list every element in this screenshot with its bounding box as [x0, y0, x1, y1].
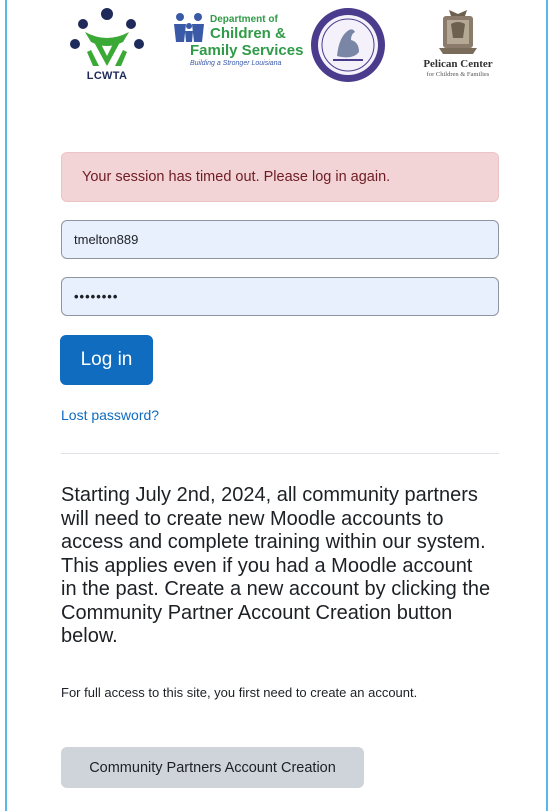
seal-icon	[311, 8, 385, 82]
lcwta-logo-text: LCWTA	[86, 70, 128, 82]
password-input[interactable]: ••••••••	[61, 277, 499, 316]
lcwta-icon	[70, 8, 144, 66]
username-value: tmelton889	[74, 232, 139, 247]
dcfs-logo-line3: Family Services	[190, 42, 304, 59]
lcwta-logo: LCWTA	[65, 6, 149, 90]
lost-password-link[interactable]: Lost password?	[61, 407, 159, 423]
pelican-crest-icon	[439, 10, 477, 54]
state-seal-logo	[309, 6, 387, 84]
logo-bar: LCWTA Department of Children & Family Se…	[7, 0, 546, 90]
pelican-logo-line2: for Children & Families	[426, 71, 490, 78]
login-button[interactable]: Log in	[60, 335, 153, 385]
family-icon	[174, 13, 204, 42]
moodle-account-notice: Starting July 2nd, 2024, all community p…	[61, 484, 491, 647]
divider	[61, 453, 499, 454]
dcfs-logo: Department of Children & Family Services…	[170, 12, 303, 78]
session-timeout-alert: Your session has timed out. Please log i…	[61, 152, 499, 202]
dcfs-logo-line2: Children &	[210, 25, 286, 42]
username-input[interactable]: tmelton889	[61, 220, 499, 259]
dcfs-logo-line1: Department of	[210, 14, 278, 25]
alert-message: Your session has timed out. Please log i…	[82, 169, 391, 185]
dcfs-logo-tagline: Building a Stronger Louisiana	[190, 60, 282, 67]
pelican-center-logo: Pelican Center for Children & Families	[409, 8, 507, 84]
pelican-logo-line1: Pelican Center	[423, 58, 493, 70]
community-partners-account-creation-button[interactable]: Community Partners Account Creation	[61, 747, 364, 788]
signup-info-text: For full access to this site, you first …	[61, 685, 418, 700]
password-value: ••••••••	[74, 289, 119, 304]
